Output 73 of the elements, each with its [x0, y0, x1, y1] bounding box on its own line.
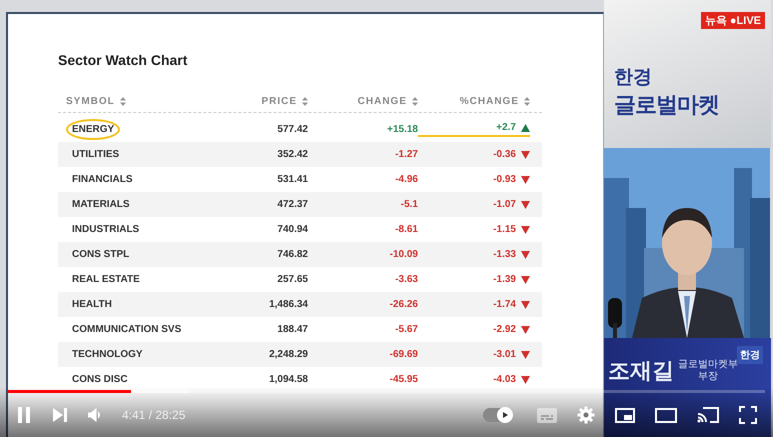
table-cell: -1.27: [395, 149, 418, 160]
table-cell: 472.37: [277, 199, 308, 210]
table-cell: 531.41: [277, 174, 308, 185]
table-cell: 188.47: [277, 324, 308, 335]
table-cell: -4.03: [493, 374, 516, 385]
table-cell: -3.01: [493, 349, 516, 360]
table-cell: -26.26: [390, 299, 418, 310]
table-cell: +2.7: [496, 122, 516, 133]
time-display: 4:41 / 28:25: [122, 408, 186, 422]
corner-logo: 한경: [737, 346, 763, 364]
table-cell: 746.82: [277, 249, 308, 260]
table-cell: 1,486.34: [269, 299, 308, 310]
table-cell: ENERGY: [66, 119, 120, 140]
speaker-icon: [88, 408, 102, 422]
theater-icon: [655, 408, 677, 422]
table-cell: 1,094.58: [269, 374, 308, 385]
table-cell: -8.61: [395, 224, 418, 235]
skip-next-icon: [52, 407, 68, 423]
table-cell-text: CONS STPL: [71, 248, 130, 262]
table-cell: -1.39: [493, 274, 516, 285]
table-cell-text: HEALTH: [71, 298, 113, 312]
logo-text: 한경: [614, 66, 653, 90]
table-cell: 2,248.29: [269, 349, 308, 360]
logo-text: 글로벌마켓: [614, 91, 720, 119]
table-cell-text: COMMUNICATION SVS: [71, 323, 182, 337]
table-cell: -69.69: [390, 349, 418, 360]
table-cell: -1.33: [493, 249, 516, 260]
table-cell: -5.1: [400, 199, 418, 210]
table-cell: -45.95: [390, 374, 418, 385]
pause-icon: [16, 406, 32, 424]
column-header[interactable]: PRICE: [261, 96, 297, 106]
sort-icon[interactable]: [524, 96, 530, 106]
column-header[interactable]: SYMBOL: [66, 96, 115, 106]
table-cell: -1.15: [493, 224, 516, 235]
table-cell: -2.92: [493, 324, 516, 335]
table-cell: 257.65: [277, 274, 308, 285]
fullscreen-icon: [739, 406, 757, 424]
play-icon: [501, 411, 509, 419]
table-cell: 740.94: [277, 224, 308, 235]
column-header[interactable]: %CHANGE: [460, 96, 519, 106]
cast-icon: [697, 407, 719, 423]
gear-icon: [577, 406, 595, 424]
table-cell-text: MATERIALS: [71, 198, 131, 212]
position-text: 부장: [698, 371, 718, 383]
table-cell: -1.07: [493, 199, 516, 210]
person-name: 조재길: [608, 357, 674, 385]
table-cell-text: TECHNOLOGY: [71, 348, 144, 362]
table-cell-text: CONS DISC: [71, 373, 129, 387]
table-cell: -3.63: [395, 274, 418, 285]
table-cell: 352.42: [277, 149, 308, 160]
table-cell: -0.93: [493, 174, 516, 185]
table-cell: -4.96: [395, 174, 418, 185]
sort-icon[interactable]: [302, 96, 308, 106]
table-cell: -10.09: [390, 249, 418, 260]
progress-bar[interactable]: [8, 390, 765, 393]
slide-title: Sector Watch Chart: [58, 52, 188, 68]
autoplay-toggle[interactable]: [483, 408, 513, 422]
table-cell: -5.67: [395, 324, 418, 335]
table-cell: -0.36: [493, 149, 516, 160]
column-header[interactable]: CHANGE: [358, 96, 407, 106]
table-cell-text: FINANCIALS: [71, 173, 134, 187]
sort-icon[interactable]: [120, 96, 126, 106]
table-cell: -1.74: [493, 299, 516, 310]
table-cell-text: INDUSTRIALS: [71, 223, 140, 237]
live-badge: 뉴욕 ●LIVE: [700, 12, 765, 29]
department-text: 글로벌마켓부: [678, 359, 738, 371]
table-cell: 577.42: [277, 124, 308, 135]
table-cell-text: REAL ESTATE: [71, 273, 141, 287]
miniplayer-icon: [615, 408, 635, 422]
table-cell: +15.18: [387, 124, 418, 135]
sort-icon[interactable]: [412, 96, 418, 106]
table-cell-text: UTILITIES: [71, 148, 120, 162]
captions-icon: [537, 408, 557, 422]
